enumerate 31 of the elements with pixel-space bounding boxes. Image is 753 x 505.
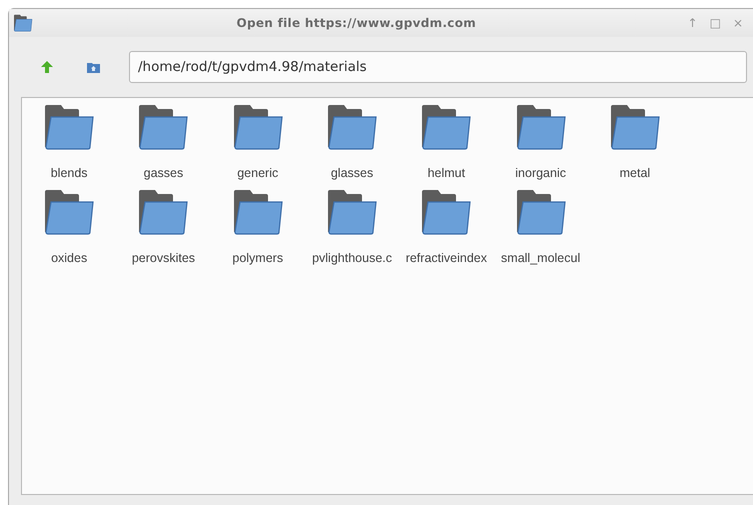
folder-icon [13, 14, 33, 32]
folder-name[interactable]: generic [237, 166, 278, 180]
folder-name[interactable]: oxides [51, 251, 88, 265]
folder-name[interactable]: metal [620, 166, 650, 180]
up-arrow-icon [41, 61, 53, 73]
path-field[interactable]: /home/rod/t/gpvdm4.98/materials [129, 51, 747, 83]
folder-icon [514, 103, 567, 151]
folder-name[interactable]: perovskites [132, 251, 196, 265]
window-title: Open file https://www.gpvdm.com [235, 16, 478, 30]
folder-icon [137, 103, 190, 151]
folder-name[interactable]: inorganic [515, 166, 566, 180]
folder-icon [514, 188, 567, 236]
folder-name[interactable]: gasses [144, 166, 184, 180]
folder-name[interactable]: polymers [232, 251, 284, 265]
folder-name[interactable]: pvlighthouse.c [312, 251, 392, 265]
folder-icon [43, 103, 96, 151]
folder-icon [326, 188, 378, 236]
folder-icon [232, 103, 284, 151]
folder-icon [232, 188, 284, 236]
folder-icon [326, 103, 378, 151]
folder-name[interactable]: blends [50, 166, 88, 180]
folder-name[interactable]: small_molecul [501, 251, 580, 265]
folder-icon [608, 103, 661, 151]
folder-name[interactable]: helmut [428, 166, 466, 180]
folder-icon [420, 188, 472, 236]
folder-icon [137, 188, 190, 236]
folder-home-icon [87, 62, 100, 72]
folder-name[interactable]: glasses [330, 166, 374, 180]
folder-icon [43, 188, 96, 236]
folder-name[interactable]: refractiveindex [406, 251, 487, 265]
folder-icon [420, 103, 472, 151]
